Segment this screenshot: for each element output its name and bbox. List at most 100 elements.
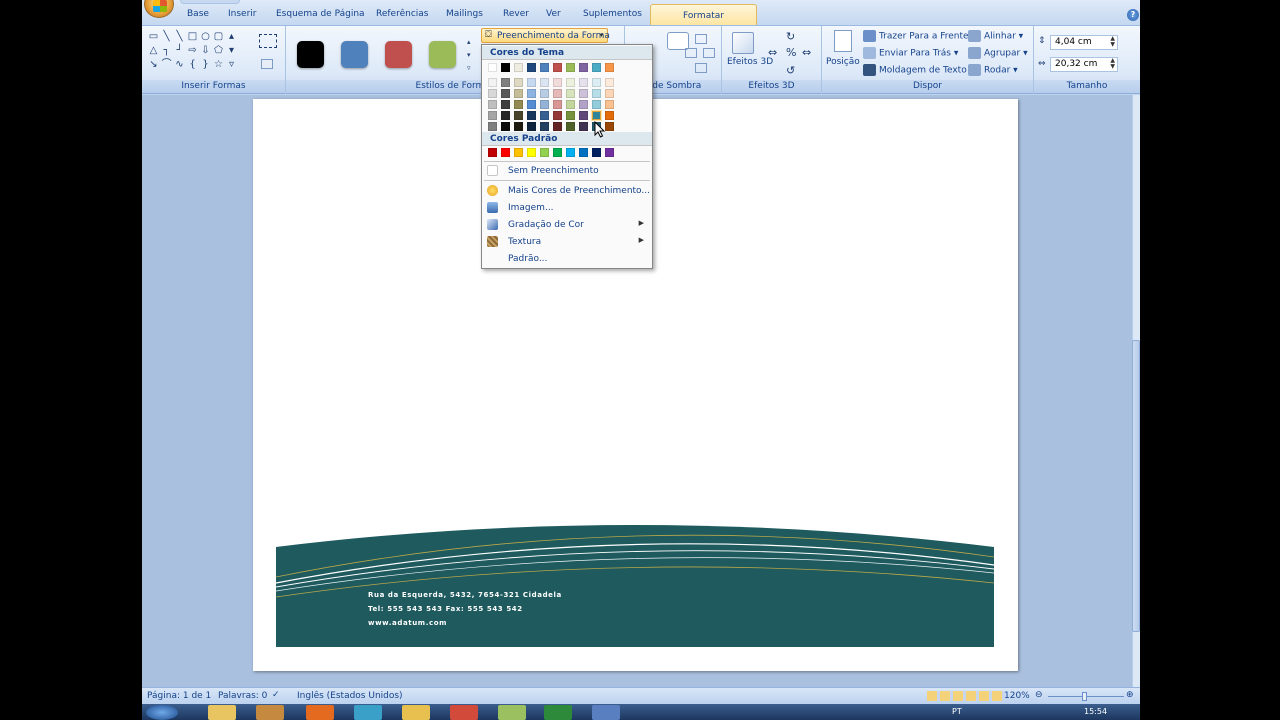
quick-access-toolbar[interactable]: [180, 0, 240, 4]
position-button[interactable]: Posição: [826, 57, 860, 67]
tilt-down-icon[interactable]: ↺: [786, 64, 795, 77]
theme-color-swatch[interactable]: [501, 111, 510, 120]
standard-color-swatch[interactable]: [579, 148, 588, 157]
align-button[interactable]: Alinhar ▾: [968, 30, 1023, 42]
theme-color-swatch[interactable]: [566, 111, 575, 120]
edit-shape-icon[interactable]: [259, 34, 277, 48]
curve-shape-icon[interactable]: ⌒: [161, 59, 172, 70]
theme-color-swatch[interactable]: [592, 78, 601, 87]
cube-3d-icon[interactable]: [732, 32, 754, 54]
theme-color-swatch[interactable]: [605, 111, 614, 120]
theme-color-swatch[interactable]: [540, 122, 549, 131]
theme-color-swatch[interactable]: [488, 78, 497, 87]
theme-color-swatch[interactable]: [592, 100, 601, 109]
tilt-up-icon[interactable]: ↻: [786, 30, 795, 43]
zoom-in-icon[interactable]: ⊕: [1126, 690, 1134, 700]
more-shapes-icon[interactable]: ▴: [226, 31, 237, 42]
theme-color-swatch[interactable]: [488, 63, 497, 72]
tab-formatar[interactable]: Formatar: [650, 4, 757, 26]
theme-color-swatch[interactable]: [579, 100, 588, 109]
word-count[interactable]: Palavras: 0: [218, 691, 267, 701]
tab-rever[interactable]: Rever: [503, 9, 529, 23]
theme-color-swatch[interactable]: [540, 78, 549, 87]
language-indicator[interactable]: Inglês (Estados Unidos): [297, 691, 403, 701]
theme-color-swatch[interactable]: [527, 89, 536, 98]
theme-color-swatch[interactable]: [501, 78, 510, 87]
theme-color-swatch[interactable]: [566, 63, 575, 72]
theme-color-swatch[interactable]: [553, 78, 562, 87]
theme-color-swatch[interactable]: [605, 100, 614, 109]
theme-color-swatch[interactable]: [605, 63, 614, 72]
width-spinner-icon[interactable]: ▲ ▼: [1110, 58, 1115, 70]
nudge-shadow-up-icon[interactable]: [695, 34, 707, 44]
position-icon[interactable]: [834, 30, 852, 52]
standard-color-swatch[interactable]: [501, 148, 510, 157]
theme-color-swatch[interactable]: [579, 63, 588, 72]
width-input[interactable]: 20,32 cm ▲ ▼: [1050, 57, 1118, 72]
view-buttons[interactable]: [927, 691, 1005, 701]
group-button[interactable]: Agrupar ▾: [968, 47, 1028, 59]
theme-color-swatch[interactable]: [566, 78, 575, 87]
theme-color-swatch[interactable]: [488, 100, 497, 109]
theme-color-swatch[interactable]: [501, 63, 510, 72]
tab-esquema-de-pagina[interactable]: Esquema de Página: [276, 9, 365, 23]
theme-color-swatch[interactable]: [514, 100, 523, 109]
theme-color-swatch[interactable]: [605, 78, 614, 87]
footer-band-shape[interactable]: [276, 525, 994, 647]
theme-color-swatch[interactable]: [501, 89, 510, 98]
text-box-icon[interactable]: [261, 59, 273, 69]
menu-pattern[interactable]: Padrão...: [482, 250, 652, 267]
theme-color-swatch[interactable]: [553, 89, 562, 98]
taskbar-explorer[interactable]: [208, 705, 236, 720]
connector-shape-icon[interactable]: ┘: [174, 45, 185, 56]
taskbar-language[interactable]: PT: [952, 707, 962, 716]
taskbar-chrome[interactable]: [450, 705, 478, 720]
shape-fill-button[interactable]: ⛋ Preenchimento da Forma ▾: [481, 28, 610, 43]
brace-left-shape-icon[interactable]: {: [187, 59, 198, 70]
proofing-icon[interactable]: ✓: [272, 690, 280, 700]
theme-color-swatch[interactable]: [514, 122, 523, 131]
oval-shape-icon[interactable]: ○: [200, 31, 211, 42]
taskbar-app[interactable]: [544, 705, 572, 720]
theme-color-swatch[interactable]: [553, 100, 562, 109]
zoom-level[interactable]: 120%: [1004, 691, 1030, 701]
styles-scroll-icon[interactable]: ▴ ▾ ▿: [467, 36, 475, 76]
scrollbar-thumb[interactable]: [1132, 340, 1140, 632]
theme-color-swatch[interactable]: [514, 111, 523, 120]
theme-color-swatch[interactable]: [579, 78, 588, 87]
page-count[interactable]: Página: 1 de 1: [147, 691, 211, 701]
arrow-down-shape-icon[interactable]: ⇩: [200, 45, 211, 56]
tilt-left-icon[interactable]: ⇔: [768, 46, 777, 59]
theme-color-swatch[interactable]: [501, 122, 510, 131]
theme-color-swatch[interactable]: [527, 111, 536, 120]
line-shape-icon[interactable]: ╲: [161, 31, 172, 42]
theme-color-swatch[interactable]: [514, 63, 523, 72]
start-button[interactable]: [146, 705, 178, 720]
office-button[interactable]: [144, 0, 174, 18]
theme-color-swatch[interactable]: [514, 78, 523, 87]
standard-color-swatch[interactable]: [488, 148, 497, 157]
tab-base[interactable]: Base: [187, 9, 209, 23]
theme-color-swatch[interactable]: [540, 89, 549, 98]
nudge-shadow-down-icon[interactable]: [695, 63, 707, 73]
shapes-gallery[interactable]: ▭ ╲ ╲ □ ○ ▢ ▴ △ ┐ ┘ ⇨ ⇩ ⬠ ▾ ↘ ⌒ ∿{} ☆ ▿: [148, 31, 258, 77]
tab-mailings[interactable]: Mailings: [446, 9, 483, 23]
standard-color-swatch[interactable]: [605, 148, 614, 157]
theme-color-swatch[interactable]: [579, 89, 588, 98]
theme-color-swatch[interactable]: [540, 100, 549, 109]
theme-color-swatch[interactable]: [566, 89, 575, 98]
theme-color-swatch[interactable]: [527, 122, 536, 131]
theme-color-swatch[interactable]: [527, 78, 536, 87]
connector-shape-icon[interactable]: ┐: [161, 45, 172, 56]
standard-color-swatch[interactable]: [540, 148, 549, 157]
line-shape-icon[interactable]: ╲: [174, 31, 185, 42]
arrow-right-shape-icon[interactable]: ⇨: [187, 45, 198, 56]
menu-more-fill-colors[interactable]: Mais Cores de Preenchimento...: [482, 182, 652, 199]
theme-color-swatch[interactable]: [566, 122, 575, 131]
shape-style-red[interactable]: [385, 41, 412, 68]
curve-shape-icon[interactable]: ∿: [174, 59, 185, 70]
effects-3d-button[interactable]: Efeitos 3D: [727, 57, 773, 67]
freeform-shape-icon[interactable]: ↘: [148, 59, 159, 70]
brace-right-shape-icon[interactable]: }: [200, 59, 211, 70]
rotate-button[interactable]: Rodar ▾: [968, 64, 1018, 76]
